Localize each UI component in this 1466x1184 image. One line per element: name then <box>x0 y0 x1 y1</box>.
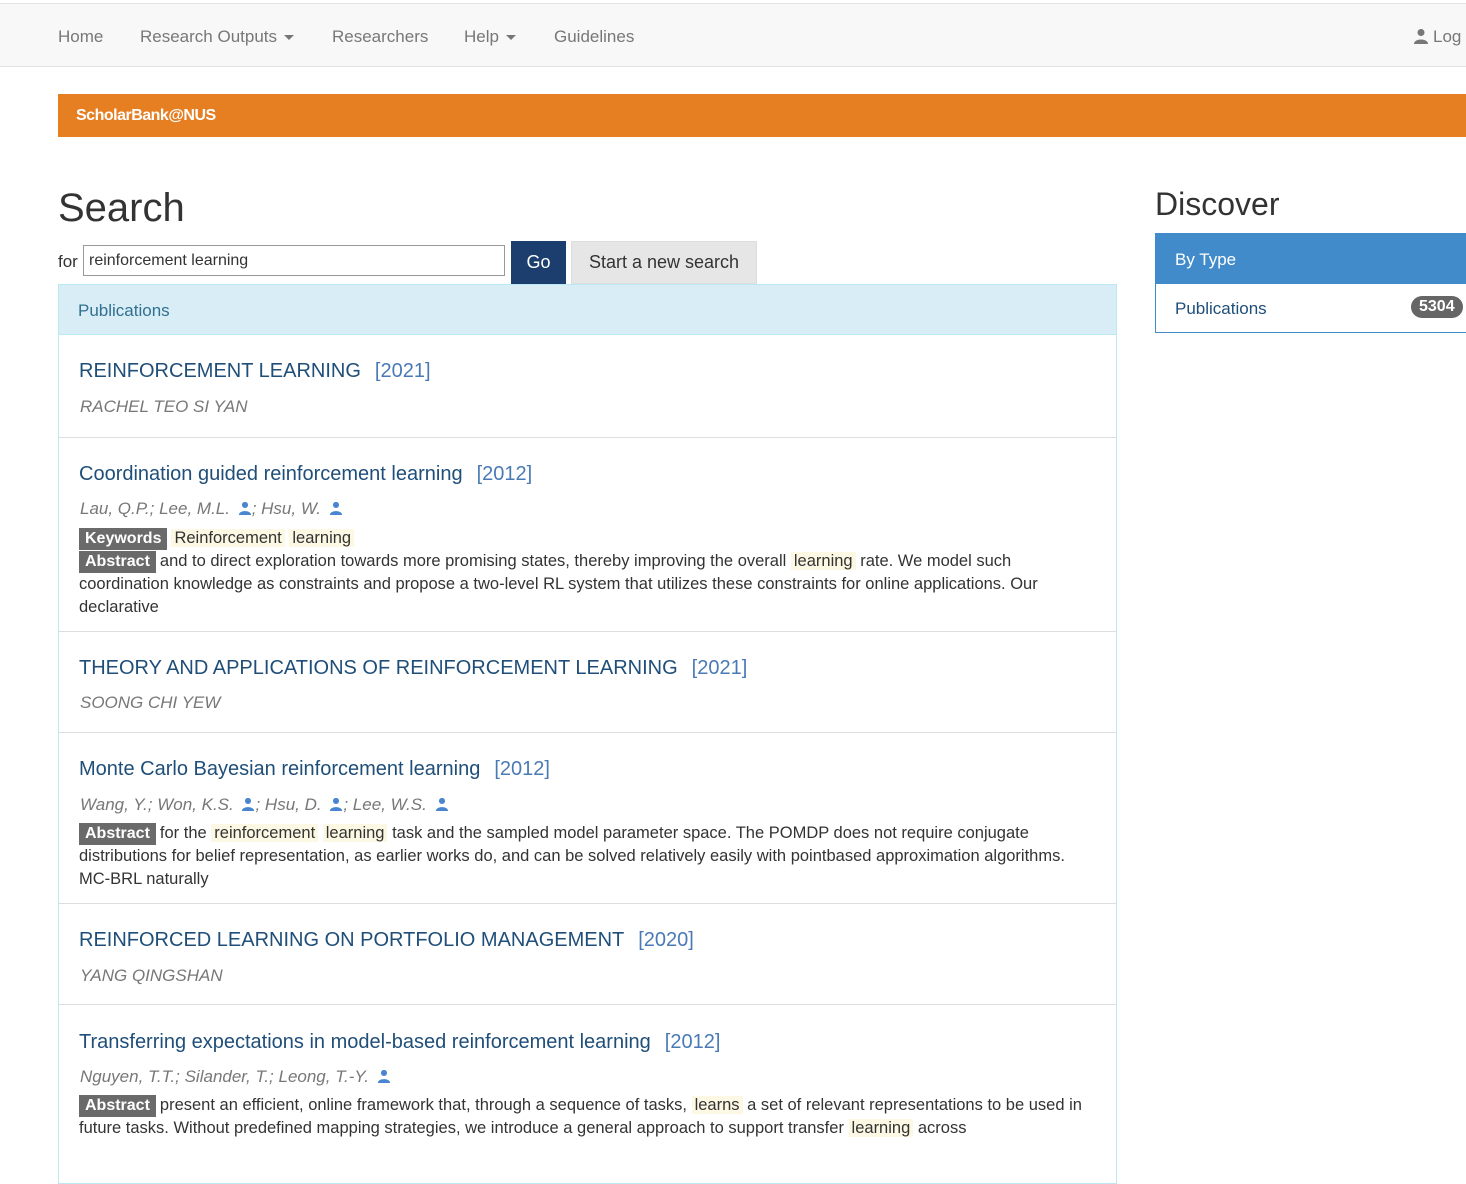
result-year: [2021] <box>691 657 748 679</box>
result-year: [2020] <box>638 929 694 951</box>
keyword-highlight: learning <box>289 529 355 547</box>
result-year: [2021] <box>374 360 431 382</box>
page-title: Search <box>58 186 185 230</box>
author-link[interactable]: Lau, Q.P. <box>80 499 150 518</box>
keywords-label: Keywords <box>79 528 168 550</box>
nav-login[interactable]: Log <box>1413 27 1461 47</box>
author-link[interactable]: YANG QINGSHAN <box>80 966 223 985</box>
author-link[interactable]: RACHEL TEO SI YAN <box>80 397 248 416</box>
result-authors: Lau, Q.P.; Lee, M.L. ; Hsu, W. <box>80 499 343 519</box>
caret-down-icon <box>505 35 516 41</box>
result-year: [2012] <box>664 1031 721 1053</box>
result-authors: Nguyen, T.T.; Silander, T.; Leong, T.-Y. <box>80 1067 391 1087</box>
author-link[interactable]: Won, K.S. <box>157 795 234 814</box>
new-search-button[interactable]: Start a new search <box>571 241 757 284</box>
facet-count-badge: 5304 <box>1411 296 1463 318</box>
author-link[interactable]: Nguyen, T.T. <box>80 1067 175 1086</box>
researcher-profile-icon[interactable] <box>377 1069 391 1083</box>
result-item: Monte Carlo Bayesian reinforcement learn… <box>59 732 1116 903</box>
result-title-text: REINFORCED LEARNING ON PORTFOLIO MANAGEM… <box>79 929 625 951</box>
abstract-text: across <box>917 1119 967 1137</box>
result-snippet: Keywords Reinforcement learning Abstract a… <box>79 527 1099 619</box>
caret-down-icon <box>284 35 295 41</box>
user-icon <box>1414 29 1428 44</box>
abstract-text: present an efficient, online framework t… <box>159 1096 687 1114</box>
author-link[interactable]: Hsu, D. <box>265 795 322 814</box>
top-navbar: Home Research Outputs Researchers Help G… <box>0 3 1466 67</box>
author-link[interactable]: Silander, T. <box>185 1067 269 1086</box>
author-link[interactable]: Lee, W.S. <box>353 795 427 814</box>
site-title[interactable]: ScholarBank@NUS <box>76 107 216 125</box>
term-highlight: reinforcement <box>211 824 319 842</box>
result-title[interactable]: Transferring expectations in model-based… <box>79 1031 720 1054</box>
term-highlight: learning <box>322 824 388 842</box>
result-item: THEORY AND APPLICATIONS OF REINFORCEMENT… <box>59 631 1116 732</box>
nav-help-label: Help <box>464 27 499 46</box>
facet-publications[interactable]: Publications <box>1175 299 1267 319</box>
abstract-text: for the <box>159 824 207 842</box>
nav-home[interactable]: Home <box>58 27 103 47</box>
author-link[interactable]: SOONG CHI YEW <box>80 693 220 712</box>
site-banner: ScholarBank@NUS <box>58 94 1466 137</box>
discover-title: Discover <box>1155 186 1280 222</box>
nav-researchers[interactable]: Researchers <box>332 27 428 47</box>
author-link[interactable]: Leong, T.-Y. <box>278 1067 368 1086</box>
result-year: [2012] <box>494 758 550 780</box>
for-label: for <box>58 252 78 271</box>
results-heading: Publications <box>59 285 1116 335</box>
abstract-label: Abstract <box>79 1095 156 1117</box>
abstract-label: Abstract <box>79 551 156 573</box>
author-link[interactable]: Wang, Y. <box>80 795 148 814</box>
result-title[interactable]: REINFORCEMENT LEARNING [2021] <box>79 360 431 383</box>
researcher-profile-icon[interactable] <box>238 501 252 515</box>
result-snippet: Abstract for the reinforcement learning t… <box>79 822 1099 891</box>
result-snippet: Abstract present an efficient, online fra… <box>79 1094 1099 1140</box>
author-link[interactable]: Lee, M.L. <box>159 499 230 518</box>
result-authors: YANG QINGSHAN <box>80 966 223 986</box>
discover-heading: By Type <box>1156 234 1466 284</box>
result-title-text: THEORY AND APPLICATIONS OF REINFORCEMENT… <box>79 657 678 679</box>
result-title-text: REINFORCEMENT LEARNING <box>79 360 361 382</box>
nav-research-outputs-label: Research Outputs <box>140 27 278 46</box>
term-highlight: learns <box>691 1096 743 1114</box>
result-title[interactable]: THEORY AND APPLICATIONS OF REINFORCEMENT… <box>79 657 747 680</box>
discover-panel: By Type Publications 5304 <box>1155 233 1466 333</box>
discover-heading-label: By Type <box>1175 250 1237 269</box>
result-year: [2012] <box>476 463 533 485</box>
author-link[interactable]: Hsu, W. <box>261 499 321 518</box>
researcher-profile-icon[interactable] <box>241 797 255 811</box>
result-item: Transferring expectations in model-based… <box>59 1004 1116 1164</box>
abstract-text: and to direct exploration towards more p… <box>159 552 787 570</box>
nav-research-outputs[interactable]: Research Outputs <box>140 27 295 47</box>
researcher-profile-icon[interactable] <box>329 797 343 811</box>
result-title[interactable]: Coordination guided reinforcement learni… <box>79 463 532 486</box>
keyword-highlight: Reinforcement <box>171 529 285 547</box>
result-title-text: Monte Carlo Bayesian reinforcement learn… <box>79 758 481 780</box>
result-authors: SOONG CHI YEW <box>80 693 220 713</box>
result-item: Coordination guided reinforcement learni… <box>59 437 1116 631</box>
researcher-profile-icon[interactable] <box>329 501 343 515</box>
result-authors: Wang, Y.; Won, K.S. ; Hsu, D. ; Lee, W.S… <box>80 795 449 815</box>
result-authors: RACHEL TEO SI YAN <box>80 397 248 417</box>
nav-help[interactable]: Help <box>464 27 516 47</box>
nav-login-label: Log <box>1433 27 1462 46</box>
researcher-profile-icon[interactable] <box>435 797 449 811</box>
results-panel: Publications REINFORCEMENT LEARNING [2021… <box>58 284 1117 1184</box>
result-item: REINFORCEMENT LEARNING [2021] RACHEL TEO … <box>59 335 1116 437</box>
nav-guidelines[interactable]: Guidelines <box>554 27 634 47</box>
result-title[interactable]: Monte Carlo Bayesian reinforcement learn… <box>79 758 550 781</box>
result-title[interactable]: REINFORCED LEARNING ON PORTFOLIO MANAGEM… <box>79 929 694 952</box>
abstract-label: Abstract <box>79 823 156 845</box>
term-highlight: learning <box>790 552 856 570</box>
result-title-text: Transferring expectations in model-based… <box>79 1031 651 1053</box>
result-title-text: Coordination guided reinforcement learni… <box>79 463 463 485</box>
results-heading-label: Publications <box>78 301 170 320</box>
result-item: REINFORCED LEARNING ON PORTFOLIO MANAGEM… <box>59 903 1116 1004</box>
go-button[interactable]: Go <box>511 241 566 284</box>
search-input[interactable] <box>83 245 505 276</box>
term-highlight: learning <box>848 1119 914 1137</box>
